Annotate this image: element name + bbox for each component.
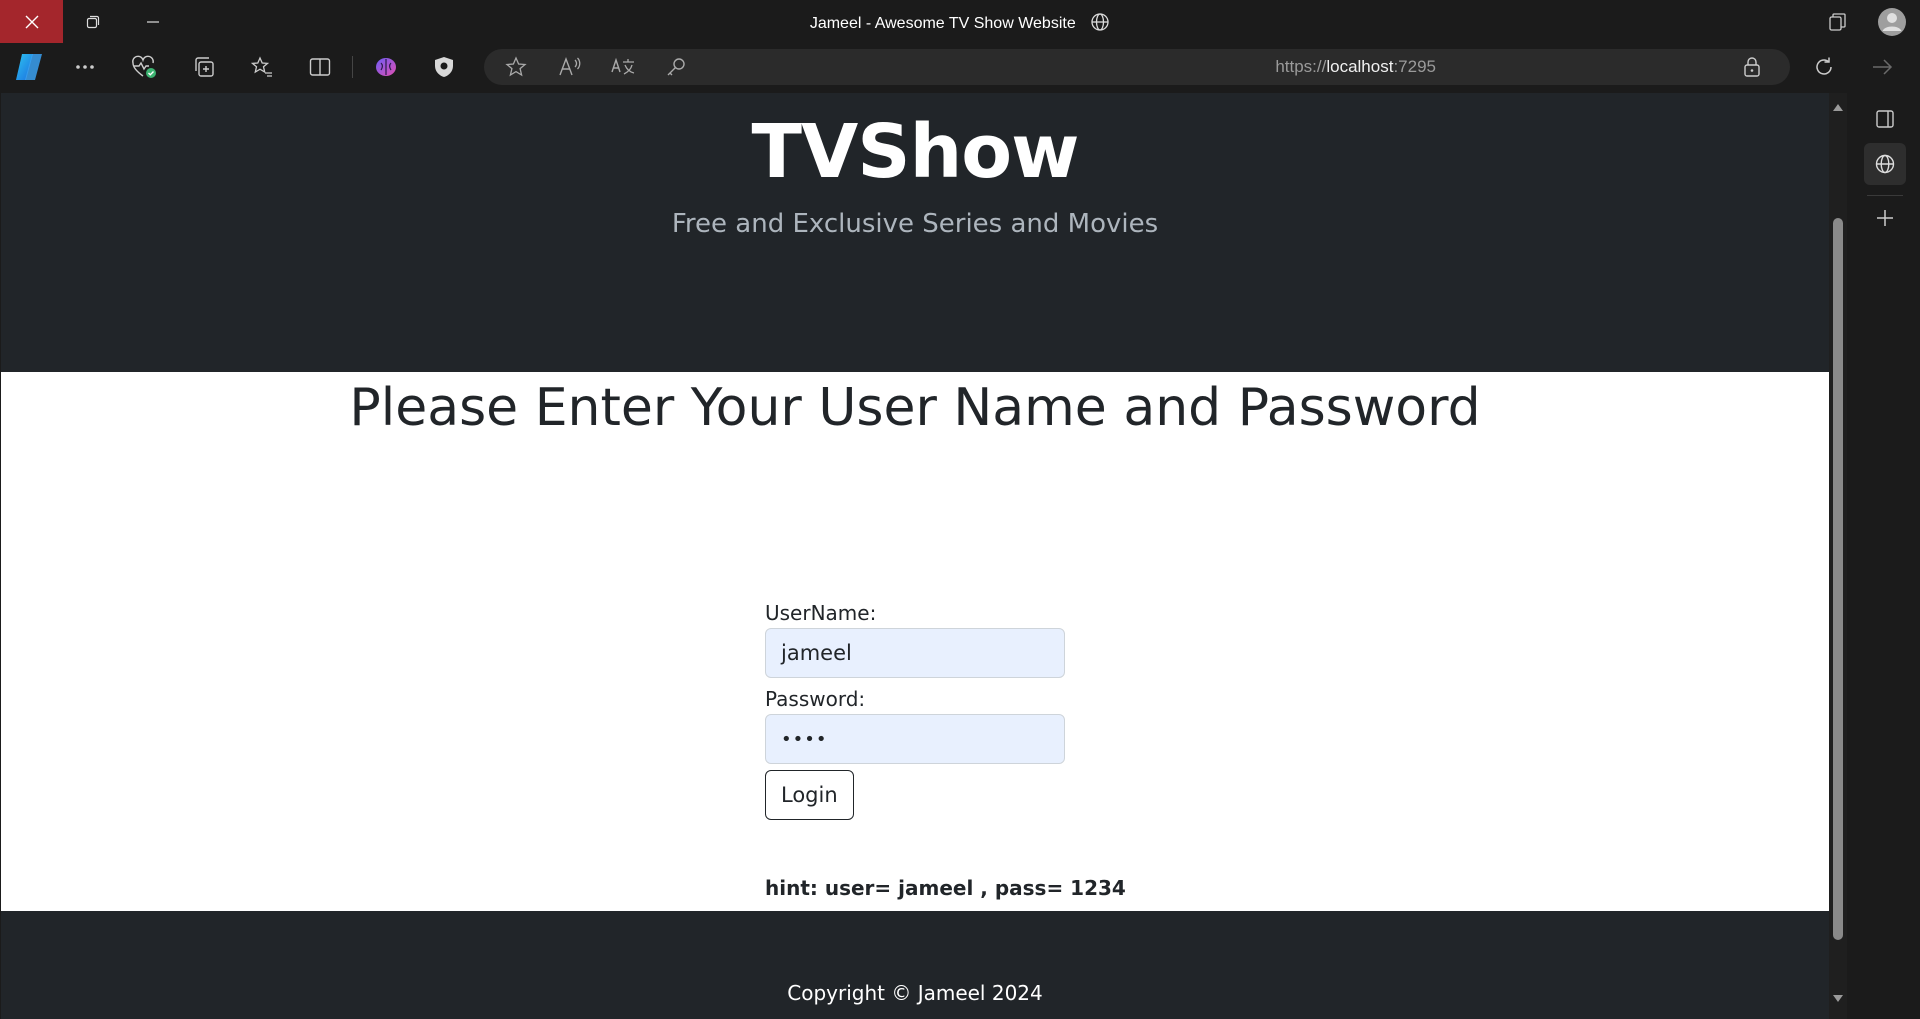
url-scheme: https:// [1275, 57, 1327, 76]
translate-button[interactable] [601, 43, 645, 91]
url-port: :7295 [1393, 57, 1436, 76]
read-aloud-icon [559, 57, 581, 76]
more-icon [76, 65, 94, 69]
copyright-text: Copyright © Jameel 2024 [787, 981, 1043, 1005]
translate-icon [611, 57, 635, 75]
sidebar-add-button[interactable] [1864, 197, 1906, 239]
site-subtitle: Free and Exclusive Series and Movies [671, 209, 1159, 239]
copilot-button[interactable] [7, 43, 51, 91]
url-host: localhost [1326, 57, 1394, 76]
shield-icon [435, 57, 453, 77]
login-button[interactable]: Login [765, 770, 854, 820]
globe-icon [1875, 154, 1895, 174]
sidebar-separator [1867, 195, 1903, 196]
forward-arrow-icon [1873, 59, 1893, 75]
heart-pulse-icon [132, 55, 156, 78]
globe-icon [1091, 13, 1109, 31]
browser-toolbar: https://localhost:7295 [0, 43, 1920, 91]
favorites-button[interactable] [240, 43, 284, 91]
scrollbar-thumb[interactable] [1833, 218, 1843, 940]
split-screen-icon [309, 58, 331, 76]
url-text[interactable]: https://localhost:7295 [1275, 57, 1436, 77]
login-heading: Please Enter Your User Name and Password [349, 378, 1481, 438]
sidebar-toggle-button[interactable] [1864, 98, 1906, 140]
extension-shield-button[interactable] [422, 43, 466, 91]
edge-sidebar [1847, 93, 1920, 1019]
star-icon [505, 56, 527, 77]
login-hint: hint: user= jameel , pass= 1234 [765, 876, 1126, 900]
login-section: Please Enter Your User Name and Password… [1, 372, 1829, 911]
collections-icon [195, 57, 214, 77]
site-title: TVShow [751, 109, 1080, 195]
password-input[interactable]: •••• [765, 714, 1065, 764]
sidebar-item-web[interactable] [1864, 143, 1906, 185]
split-screen-button[interactable] [298, 43, 342, 91]
site-info-button[interactable] [1730, 43, 1774, 91]
window-title-text: Jameel - Awesome TV Show Website [809, 15, 1076, 32]
password-label: Password: [765, 687, 866, 711]
copilot-icon [16, 54, 42, 80]
username-input[interactable]: jameel [765, 628, 1065, 678]
refresh-icon [1816, 57, 1832, 75]
more-menu-button[interactable] [63, 43, 107, 91]
add-favorite-button[interactable] [494, 43, 538, 91]
collections-button[interactable] [182, 43, 226, 91]
title-bar: Jameel - Awesome TV Show Website [0, 0, 1920, 43]
forward-button[interactable] [1860, 43, 1904, 91]
read-aloud-button[interactable] [548, 43, 592, 91]
plus-icon [1877, 210, 1893, 226]
brain-icon [376, 58, 396, 76]
avatar-icon [1878, 7, 1906, 36]
lock-icon [1744, 57, 1760, 77]
favorites-list-icon [250, 56, 272, 77]
triangle-down-icon [1833, 995, 1843, 1002]
refresh-button[interactable] [1802, 43, 1846, 91]
workspaces-button[interactable] [1818, 0, 1858, 43]
workspaces-icon [1829, 12, 1846, 31]
scroll-down-arrow[interactable] [1832, 993, 1844, 1005]
sidebar-panel-icon [1876, 110, 1894, 128]
window-title: Jameel - Awesome TV Show Website [0, 12, 1920, 33]
password-key-button[interactable] [654, 43, 698, 91]
username-label: UserName: [765, 601, 877, 625]
key-icon [667, 58, 685, 76]
page-viewport: TVShow Free and Exclusive Series and Mov… [1, 93, 1829, 1019]
profile-avatar-button[interactable] [1870, 0, 1914, 43]
scroll-up-arrow[interactable] [1832, 101, 1844, 113]
extension-brain-button[interactable] [364, 43, 408, 91]
toolbar-separator [352, 56, 353, 78]
triangle-up-icon [1833, 104, 1843, 111]
login-form: UserName: jameel Password: •••• Login [765, 598, 1065, 820]
site-header: TVShow Free and Exclusive Series and Mov… [1, 93, 1829, 372]
browser-essentials-button[interactable] [122, 43, 166, 91]
